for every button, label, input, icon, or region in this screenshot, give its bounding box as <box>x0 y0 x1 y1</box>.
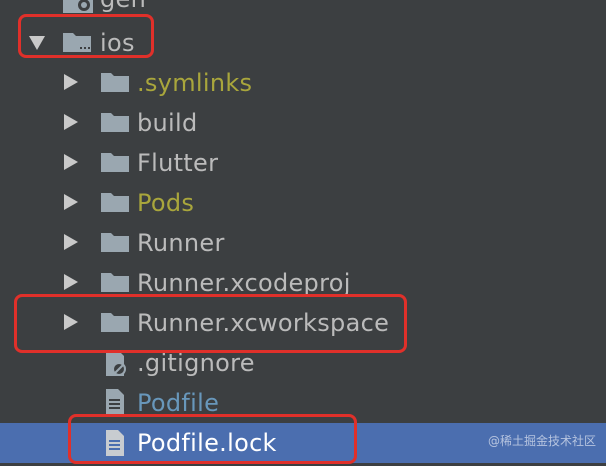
highlight-box-ios <box>18 14 154 58</box>
tree-item-label: .gitignore <box>137 349 255 377</box>
chevron-right-icon[interactable] <box>64 114 78 130</box>
watermark: @稀土掘金技术社区 <box>487 434 596 448</box>
tree-item-label: Runner.xcodeproj <box>137 269 351 297</box>
tree-item-label: Flutter <box>137 149 219 177</box>
project-tree: gen ios .symlinks build Flutter <box>0 0 606 466</box>
chevron-right-icon[interactable] <box>64 74 78 90</box>
chevron-right-icon[interactable] <box>64 154 78 170</box>
folder-icon <box>101 113 129 132</box>
tree-item-label: Podfile <box>137 389 220 417</box>
tree-item-label: Runner <box>137 229 225 257</box>
tree-item-label: build <box>137 109 198 137</box>
folder-icon <box>101 233 129 252</box>
tree-item-label: gen <box>100 0 146 13</box>
folder-icon <box>101 73 129 92</box>
module-folder-icon <box>63 0 93 13</box>
chevron-right-icon[interactable] <box>64 234 78 250</box>
folder-icon <box>101 153 129 172</box>
tree-item-pods[interactable]: Pods <box>0 182 606 222</box>
tree-item-build[interactable]: build <box>0 102 606 142</box>
tree-item-runner[interactable]: Runner <box>0 222 606 262</box>
folder-icon <box>101 273 129 292</box>
tree-item-symlinks[interactable]: .symlinks <box>0 62 606 102</box>
highlight-box-xcworkspace <box>14 294 407 353</box>
tree-item-flutter[interactable]: Flutter <box>0 142 606 182</box>
folder-icon <box>101 193 129 212</box>
chevron-right-icon[interactable] <box>64 274 78 290</box>
file-icon <box>106 389 124 415</box>
tree-item-label: Pods <box>137 189 195 217</box>
highlight-box-podfile-lock <box>68 414 357 464</box>
chevron-right-icon[interactable] <box>64 194 78 210</box>
tree-item-label: .symlinks <box>137 69 253 97</box>
